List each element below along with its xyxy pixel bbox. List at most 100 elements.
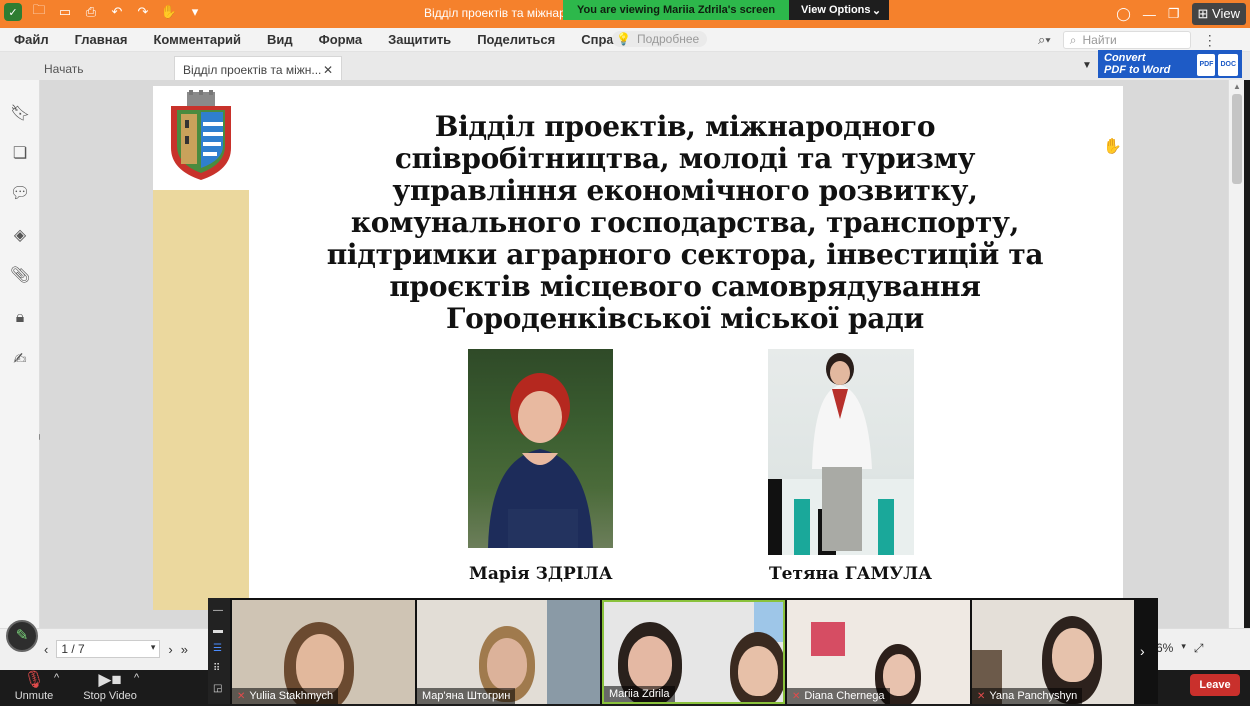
city-coat-of-arms-icon bbox=[171, 90, 231, 180]
fullscreen-icon[interactable]: ⤢ bbox=[1194, 641, 1204, 656]
participant-tile[interactable]: Мар'яна Штогрин bbox=[417, 600, 600, 704]
pages-icon[interactable]: ❏ bbox=[10, 144, 30, 164]
tab-bar: Начать Відділ проектів та міжн... ✕ bbox=[0, 52, 1250, 80]
audio-options-chevron-icon[interactable]: ^ bbox=[54, 672, 59, 684]
participant-tile[interactable]: ✕ Yuliia Stakhmych bbox=[232, 600, 415, 704]
menu-share[interactable]: Поделиться bbox=[477, 32, 555, 47]
person-name-zdrila: Марія ЗДРІЛА bbox=[469, 564, 613, 584]
participant-name: Мар'яна Штогрин bbox=[422, 690, 511, 702]
pen-tool-button[interactable]: ✎ bbox=[6, 620, 38, 652]
person-name-hamula: Тетяна ГАМУЛА bbox=[769, 564, 933, 584]
menu-protect[interactable]: Защитить bbox=[388, 32, 451, 47]
convert-pdf-banner[interactable]: Convert PDF to Word PDF DOC bbox=[1098, 50, 1242, 78]
participant-tile[interactable]: ✕ Yana Panchyshyn bbox=[972, 600, 1134, 704]
attachment-icon[interactable]: 📎︎ bbox=[10, 266, 30, 286]
prev-page-icon[interactable]: ‹ bbox=[44, 642, 48, 657]
account-icon[interactable]: ◯ bbox=[1116, 6, 1131, 22]
participant-name-tag: ✕ Diana Chernega bbox=[787, 688, 890, 704]
page-dropdown-icon: ▾ bbox=[150, 642, 156, 652]
stop-video-button[interactable]: ▶︎■ Stop Video bbox=[80, 670, 140, 702]
participant-face-second bbox=[738, 646, 778, 696]
pdf-badge: PDF bbox=[1197, 54, 1216, 76]
person-photo-hamula bbox=[768, 349, 914, 555]
title-line: управління економічного розвитку, bbox=[392, 174, 978, 207]
menu-view[interactable]: Вид bbox=[267, 32, 293, 47]
search-options-icon[interactable]: ⌕▾ bbox=[1038, 32, 1051, 48]
comments-icon[interactable]: 💬︎ bbox=[10, 184, 30, 204]
person-photo-zdrila bbox=[468, 349, 613, 548]
tell-me-box[interactable]: 💡 Подробнее bbox=[612, 31, 708, 47]
scroll-up-icon[interactable]: ▲ bbox=[1233, 82, 1241, 91]
hide-self-icon[interactable]: ▬ bbox=[213, 626, 225, 636]
unmute-label: Unmute bbox=[14, 690, 54, 702]
minimize-icon[interactable]: — bbox=[1143, 7, 1156, 22]
title-bar: ✓ 🗀 ▭ ⎙ ↶ ↷ ✋ ▾ Відділ проектів та міжна… bbox=[0, 0, 1250, 28]
sharing-status: You are viewing Mariia Zdrila's screen bbox=[563, 0, 790, 20]
mic-muted-icon: 🎙︎ bbox=[23, 670, 45, 689]
grid-view-icon[interactable]: ⠿ bbox=[213, 664, 225, 674]
print-icon[interactable]: ⎙ bbox=[82, 3, 100, 21]
menu-form[interactable]: Форма bbox=[319, 32, 362, 47]
tell-me-text: Подробнее bbox=[636, 32, 700, 46]
participant-tile[interactable]: ✕ Diana Chernega bbox=[787, 600, 970, 704]
participant-face bbox=[1052, 628, 1094, 682]
stop-video-label: Stop Video bbox=[83, 690, 137, 702]
menu-right-tools: ⌕▾ ⌕ Найти ⋮ bbox=[1038, 31, 1217, 49]
title-line: Відділ проектів, міжнародного bbox=[434, 110, 936, 143]
participant-name: Yuliia Stakhmych bbox=[249, 690, 334, 702]
screen-share-banner: You are viewing Mariia Zdrila's screen V… bbox=[563, 0, 890, 20]
page-number-input[interactable]: 1 / 7 ▾ bbox=[56, 640, 161, 658]
layers-icon[interactable]: ◈ bbox=[10, 226, 30, 246]
view-button[interactable]: ⊞ View bbox=[1191, 3, 1246, 25]
restore-icon[interactable]: ❐ bbox=[1168, 6, 1180, 22]
signature-icon[interactable]: ✍︎ bbox=[10, 350, 30, 370]
video-options-chevron-icon[interactable]: ^ bbox=[134, 672, 139, 684]
lock-icon[interactable]: 🔒︎ bbox=[10, 308, 30, 328]
open-folder-icon[interactable]: 🗀 bbox=[30, 2, 48, 21]
tab-document[interactable]: Відділ проектів та міжн... ✕ bbox=[174, 56, 342, 80]
save-icon[interactable]: ▭ bbox=[56, 3, 74, 21]
minimize-gallery-icon[interactable]: — bbox=[213, 606, 225, 616]
strip-view-icon[interactable]: ☰ bbox=[213, 644, 225, 654]
hand-tool-icon[interactable]: ✋ bbox=[160, 3, 178, 21]
participant-name: Mariia Zdrila bbox=[609, 688, 670, 700]
title-line: комунального господарства, транспорту, bbox=[350, 206, 1020, 239]
bookmark-icon[interactable]: 🔖︎ bbox=[10, 104, 30, 124]
unmute-button[interactable]: 🎙︎ Unmute bbox=[14, 670, 54, 702]
speaker-view-icon[interactable]: ◲ bbox=[213, 684, 225, 694]
participant-face bbox=[296, 634, 344, 696]
lightbulb-icon: 💡 bbox=[616, 32, 631, 46]
close-tab-icon[interactable]: ✕ bbox=[323, 63, 333, 77]
title-line: підтримки аграрного сектора, інвестицій … bbox=[326, 238, 1044, 271]
leave-button[interactable]: Leave bbox=[1190, 674, 1240, 696]
participant-name-tag: ✕ Yana Panchyshyn bbox=[972, 688, 1083, 704]
title-line: Городенківської міської ради bbox=[446, 302, 924, 335]
last-page-icon[interactable]: » bbox=[181, 642, 188, 657]
scroll-thumb[interactable] bbox=[1232, 94, 1242, 184]
app-shield-icon[interactable]: ✓ bbox=[4, 3, 22, 21]
menu-home[interactable]: Главная bbox=[75, 32, 128, 47]
view-grid-icon: ⊞ bbox=[1197, 6, 1209, 21]
find-placeholder: Найти bbox=[1082, 33, 1117, 47]
customize-chevron-icon[interactable]: ▾ bbox=[186, 3, 204, 21]
tab-start-label: Начать bbox=[44, 62, 84, 76]
view-options-button[interactable]: View Options ⌄ bbox=[789, 0, 890, 20]
undo-icon[interactable]: ↶ bbox=[108, 3, 126, 21]
tab-document-label: Відділ проектів та міжн... bbox=[183, 63, 322, 77]
mic-muted-icon: ✕ bbox=[977, 690, 986, 702]
zoom-control[interactable]: 6% ▾ ⤢ bbox=[1156, 641, 1203, 656]
gallery-next-icon[interactable]: › bbox=[1140, 643, 1145, 659]
menu-file[interactable]: Файл bbox=[14, 32, 49, 47]
find-input[interactable]: ⌕ Найти bbox=[1062, 31, 1191, 49]
window-background bbox=[547, 600, 600, 704]
tab-list-chevron-icon[interactable]: ▼ bbox=[1082, 60, 1092, 71]
more-vertical-icon[interactable]: ⋮ bbox=[1203, 32, 1217, 49]
menu-comment[interactable]: Комментарий bbox=[153, 32, 241, 47]
next-page-icon[interactable]: › bbox=[168, 642, 172, 657]
redo-icon[interactable]: ↷ bbox=[134, 3, 152, 21]
participant-name: Diana Chernega bbox=[804, 690, 885, 702]
wall-painting bbox=[811, 622, 845, 656]
vertical-scrollbar[interactable]: ▲ ▼ bbox=[1228, 80, 1244, 640]
participant-tile-active-speaker[interactable]: Mariia Zdrila bbox=[602, 600, 785, 704]
tab-start[interactable]: Начать bbox=[36, 56, 92, 80]
